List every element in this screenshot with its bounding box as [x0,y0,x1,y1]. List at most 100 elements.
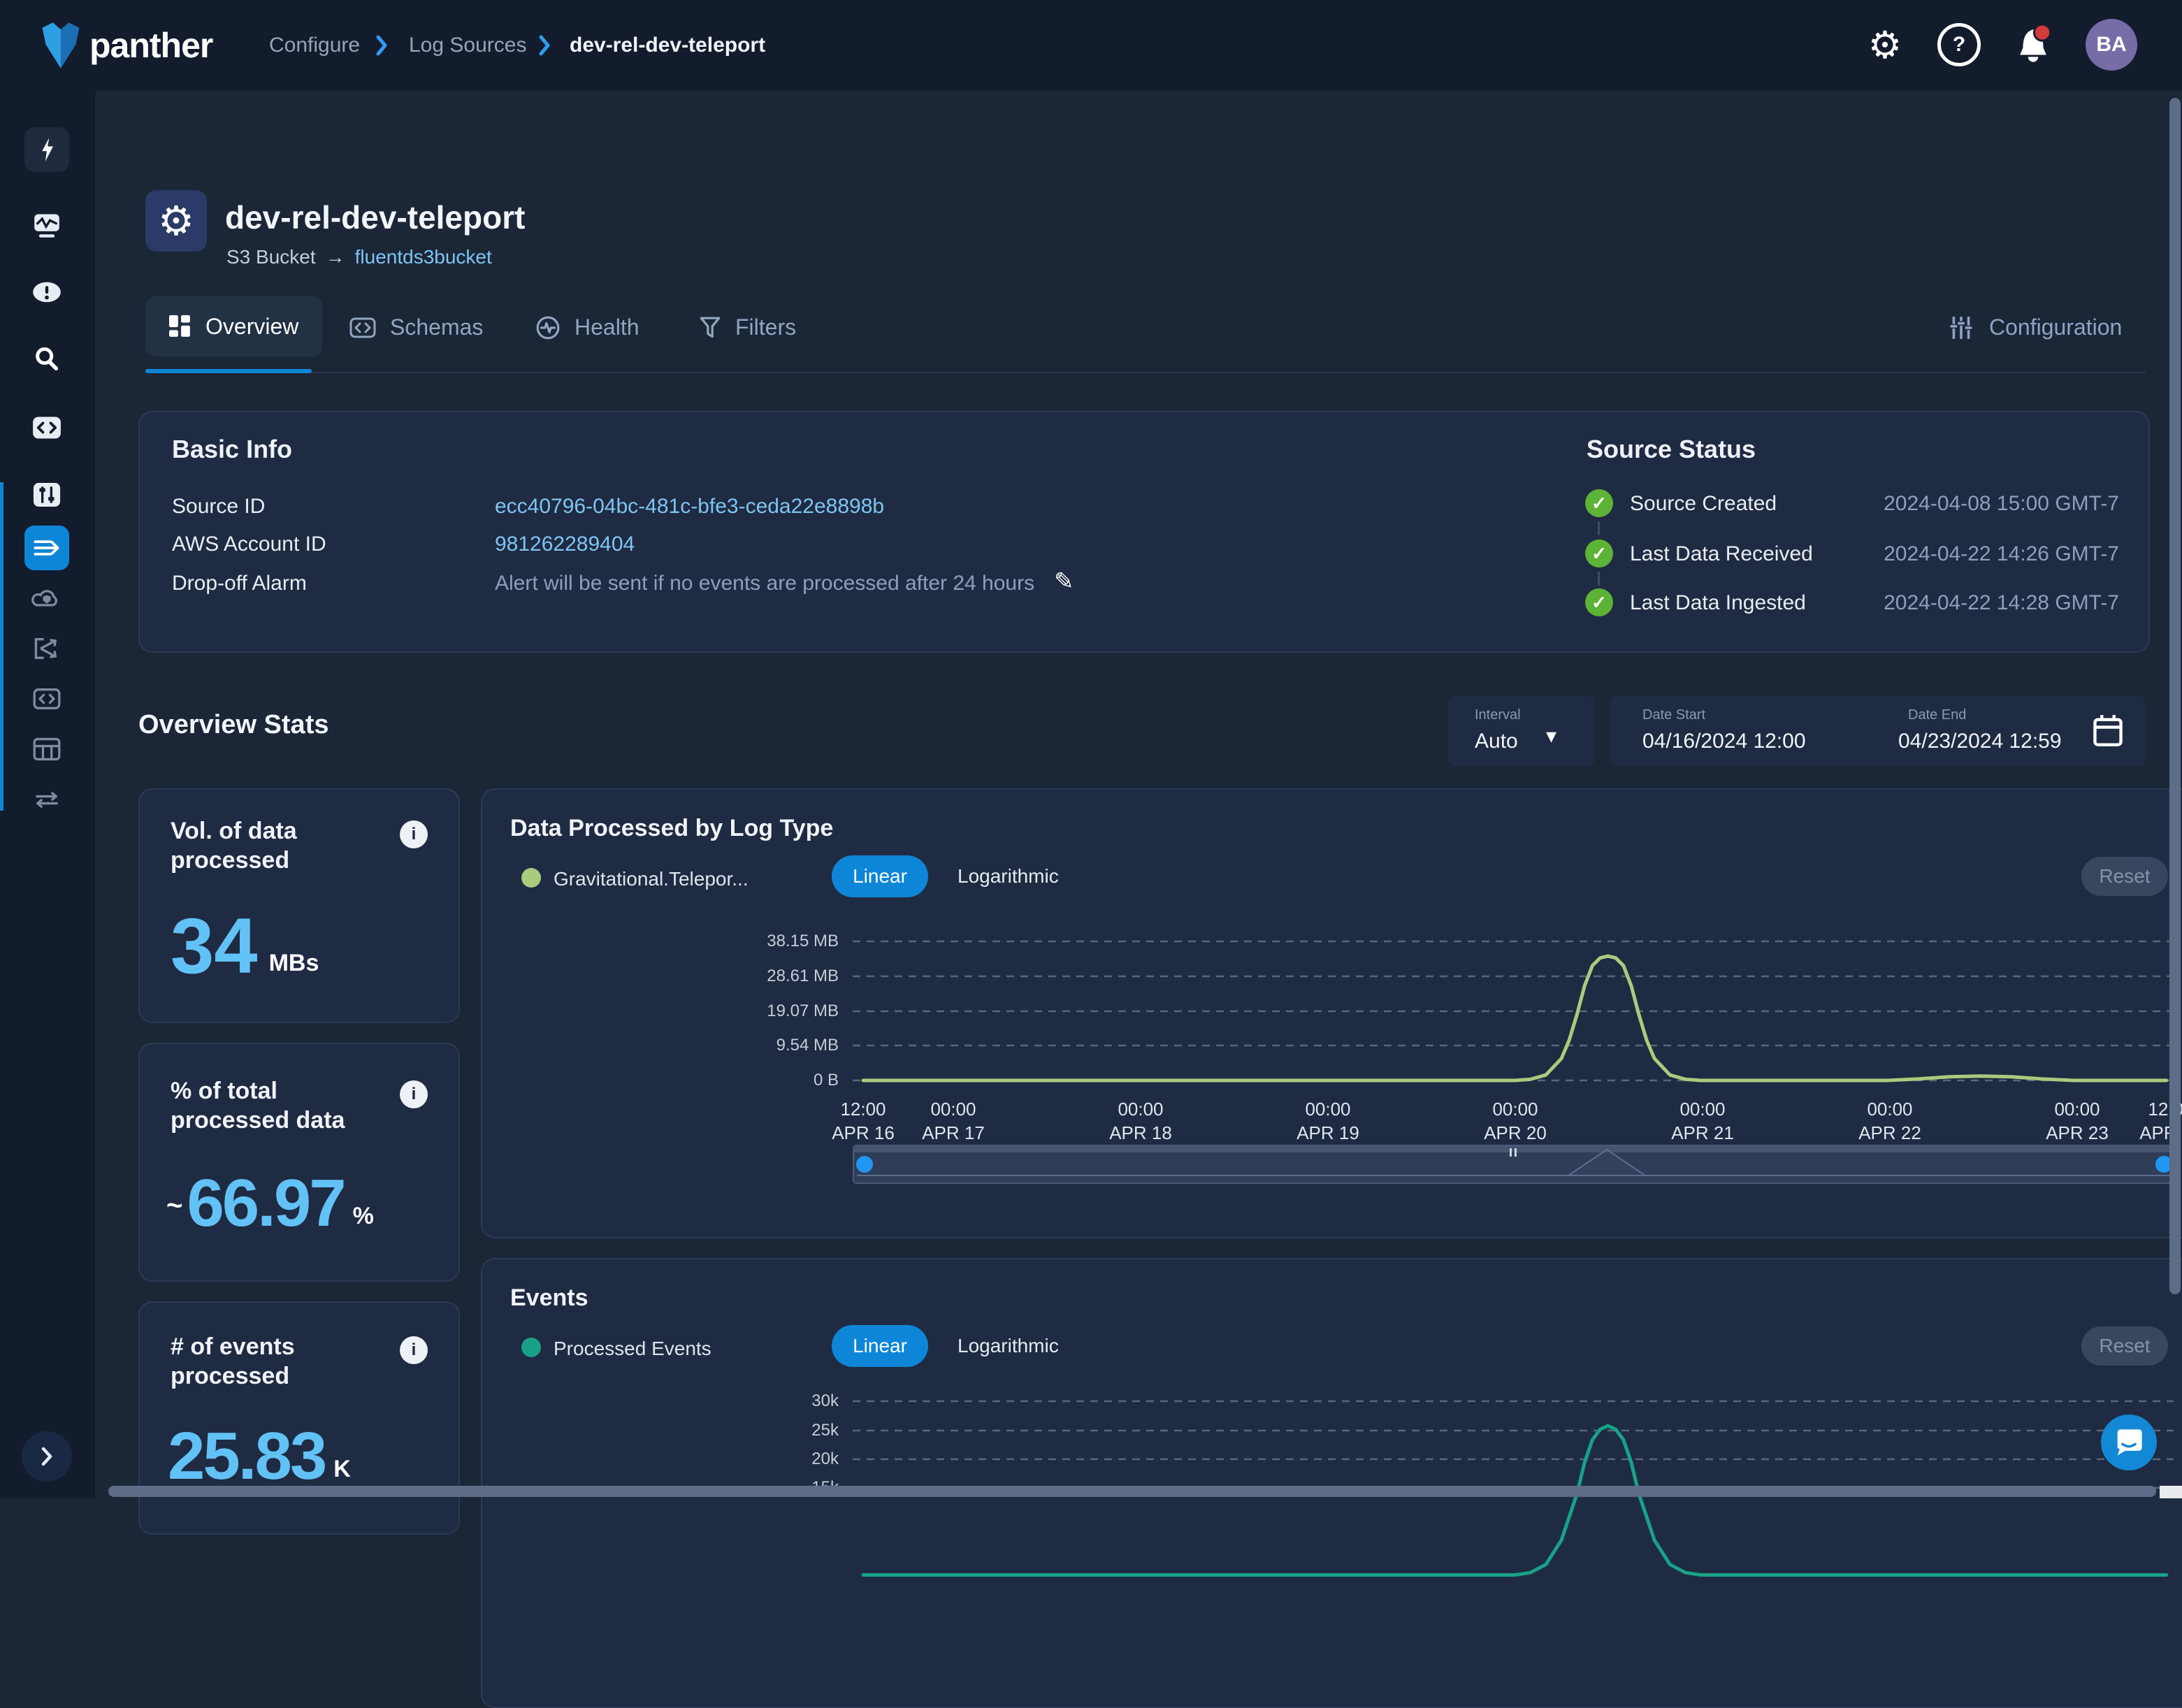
sidebar-item-tables[interactable] [24,727,69,772]
export-share-icon [33,636,61,661]
chat-bubble-button[interactable] [2101,1414,2157,1470]
stat-volume-unit: MBs [269,950,319,977]
breadcrumb-configure[interactable]: Configure [269,34,360,57]
date-start-value: 04/16/2024 12:00 [1642,730,1806,753]
configuration-label: Configuration [1989,314,2122,340]
interval-value: Auto [1475,730,1518,753]
sidebar-item-integrations[interactable] [24,626,69,671]
source-id-value: ecc40796-04bc-481c-bfe3-ceda22e8898b [495,495,884,519]
breadcrumb-log-sources[interactable]: Log Sources [409,34,526,57]
tab-overview[interactable]: Overview [145,296,322,356]
stat-percent-title-line1: % of total [171,1076,345,1106]
chart1-xtick: 00:00APR 19 [1279,1097,1377,1145]
chart2-plot [482,1259,2182,1707]
page-subtitle: S3 Bucket → fluentds3bucket [226,246,492,268]
sidebar-item-detections[interactable] [24,472,69,517]
source-status-title: Source Status [1587,435,1756,464]
configuration-button[interactable]: Configuration [1949,314,2122,340]
active-tab-underline [145,369,312,373]
lightning-icon [36,137,57,162]
vertical-scrollbar[interactable] [2169,98,2181,1294]
swap-arrows-icon [33,789,61,810]
tabs-divider [145,372,2146,373]
sidebar-item-search[interactable] [24,337,69,382]
brand-wordmark[interactable]: panther [89,25,212,66]
navigator-left-handle[interactable] [856,1156,873,1173]
stat-percent-value: 66.97 [187,1170,344,1237]
info-icon[interactable]: i [400,1080,428,1108]
top-bar: panther Configure Log Sources dev-rel-de… [0,0,2182,91]
source-gear-badge-icon: ⚙ [145,190,207,252]
sidebar-expand-button[interactable] [22,1431,72,1482]
help-icon[interactable]: ? [1935,20,1984,69]
chart1-xtick: 00:00APR 17 [904,1097,1002,1145]
log-sources-icon [32,535,62,560]
tab-filters[interactable]: Filters [699,314,796,340]
user-avatar[interactable]: BA [2086,19,2137,71]
dropoff-alarm-label: Drop-off Alarm [172,572,307,595]
stat-events-value: 25.83 [168,1423,325,1490]
sidebar-item-data-transfer[interactable] [24,777,69,822]
tab-schemas[interactable]: Schemas [349,314,483,340]
cloud-shield-icon [31,587,62,609]
table-icon [33,737,61,761]
chart-data-processed-card: Data Processed by Log Type Gravitational… [481,788,2182,1238]
chart1-xtick: 00:00APR 22 [1841,1097,1939,1145]
calendar-icon[interactable] [2093,714,2123,748]
basic-info-card: Basic Info Source ID ecc40796-04bc-481c-… [138,411,2150,653]
sidebar-scroll-indicator [0,482,3,811]
settings-gear-icon[interactable]: ⚙ [1861,20,1909,69]
tab-health[interactable]: Health [535,314,640,340]
chart1-range-navigator[interactable] [853,1145,2176,1184]
dropoff-alarm-value: Alert will be sent if no events are proc… [495,572,1034,595]
page-title: dev-rel-dev-teleport [225,198,525,236]
overview-grid-icon [169,315,192,338]
chart2-series-line [863,1426,2167,1575]
source-id-label: Source ID [172,495,265,519]
chart1-xtick: 00:00APR 23 [2028,1097,2126,1145]
date-end-label: Date End [1908,707,1966,723]
tuning-sliders-icon [32,482,62,507]
date-range-picker[interactable]: Date Start 04/16/2024 12:00 Date End 04/… [1610,696,2146,766]
chart1-xtick: 00:00APR 21 [1654,1097,1751,1145]
status-source-created-label: Source Created [1630,492,1777,516]
status-last-ingested-time: 2024-04-22 14:28 GMT-7 [1845,591,2119,615]
tab-filters-label: Filters [735,314,796,340]
panther-logo[interactable] [41,19,81,75]
arrow-icon: → [326,246,345,268]
sidebar-item-log-sources-active[interactable] [24,526,69,570]
caret-down-icon: ▾ [1546,724,1556,748]
info-icon[interactable]: i [400,1336,428,1364]
stat-percent-title-line2: processed data [171,1106,345,1135]
sidebar-item-quickstart[interactable] [24,127,69,172]
stat-card-events: # of events processed i 25.83 K [138,1301,460,1535]
configuration-sliders-icon [1949,315,1974,340]
sidebar-item-monitoring[interactable] [24,203,69,247]
stat-events-unit: K [333,1456,351,1483]
info-icon[interactable]: i [400,820,428,848]
scrollbar-corner [2160,1486,2182,1498]
check-icon: ✓ [1585,489,1613,517]
check-icon: ✓ [1585,588,1613,616]
bucket-link[interactable]: fluentds3bucket [355,246,492,268]
interval-dropdown[interactable]: Interval Auto ▾ [1448,696,1595,766]
breadcrumb-current: dev-rel-dev-teleport [570,34,765,57]
edit-pencil-icon[interactable]: ✎ [1054,567,1074,595]
stat-percent-unit: % [353,1203,374,1230]
source-type-label: S3 Bucket [226,246,316,268]
chart1-xtick: 00:00APR 20 [1466,1097,1564,1145]
interval-label: Interval [1475,707,1521,723]
stat-events-title-line1: # of events [171,1332,295,1361]
sidebar-item-schemas[interactable] [24,676,69,721]
date-start-label: Date Start [1642,707,1705,723]
notifications-bell-icon[interactable] [2009,20,2058,69]
check-icon: ✓ [1585,540,1613,567]
aws-account-value: 981262289404 [495,533,635,556]
stat-events-title-line2: processed [171,1361,295,1391]
navigator-grip[interactable] [1510,1148,1517,1157]
chart1-series-line [863,956,2167,1080]
sidebar-item-query-editor[interactable] [24,405,69,450]
horizontal-scrollbar[interactable] [108,1486,2156,1497]
sidebar-item-cloud-security[interactable] [24,576,69,621]
sidebar-item-alerts[interactable] [24,270,69,314]
